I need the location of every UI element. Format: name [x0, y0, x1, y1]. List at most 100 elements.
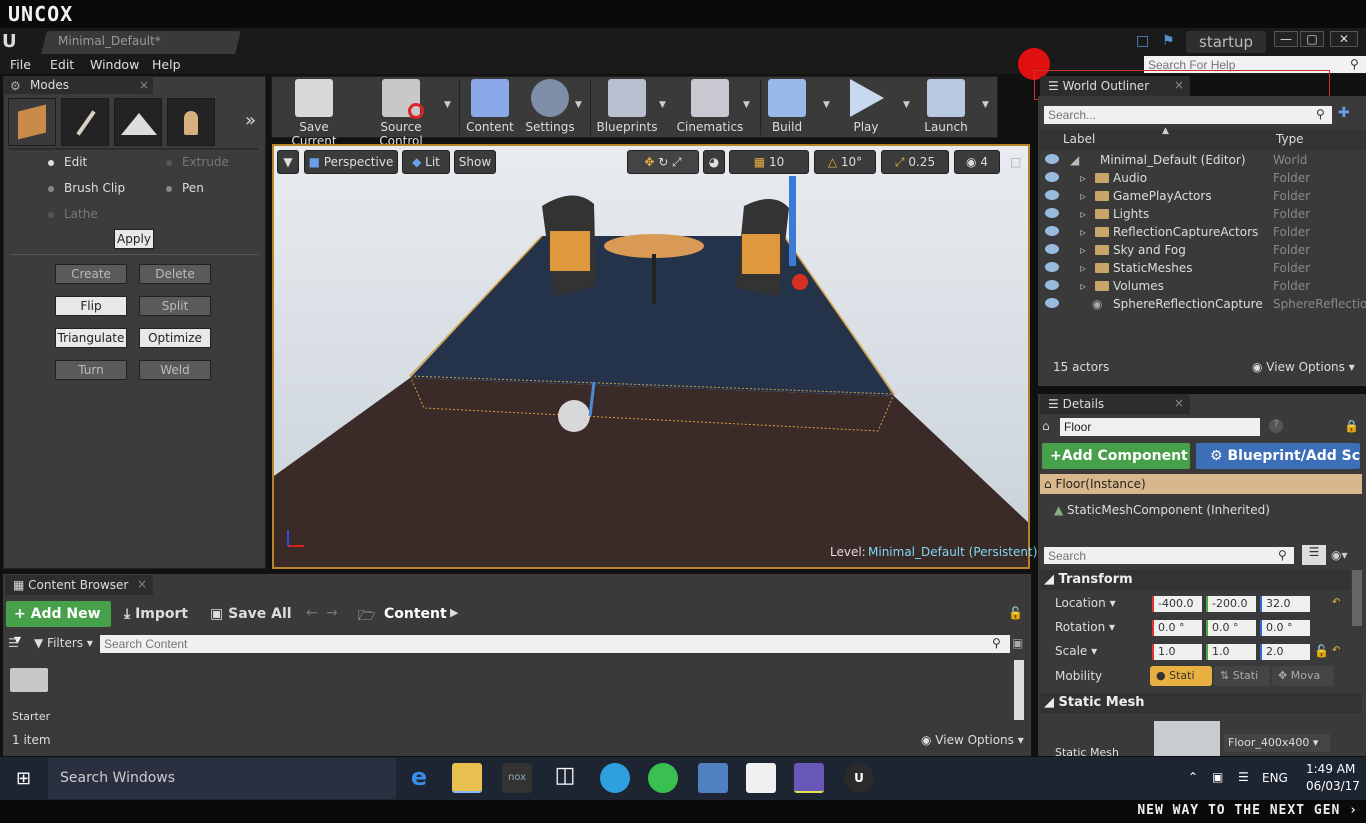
scale-lock-icon[interactable]: 🔓 — [1314, 644, 1329, 658]
outliner-row[interactable]: ▹ Audio Folder — [1040, 170, 1366, 188]
settings-button[interactable]: Settings — [524, 79, 576, 134]
radio-lathe[interactable]: Lathe — [48, 207, 98, 221]
clock-date[interactable]: 06/03/17 — [1306, 779, 1360, 793]
expand-arrow-icon[interactable]: ▹ — [1080, 171, 1086, 185]
landscape-mode-tile[interactable] — [114, 98, 162, 146]
modes-close-icon[interactable]: × — [139, 78, 149, 92]
place-mode-tile[interactable] — [8, 98, 56, 146]
add-new-button[interactable]: + Add New ▾ — [6, 601, 111, 648]
details-scrollbar[interactable] — [1352, 570, 1362, 626]
language-indicator[interactable]: ENG — [1262, 771, 1288, 785]
scale-label[interactable]: Scale ▾ — [1055, 644, 1097, 658]
outliner-row[interactable]: ▹ Sky and Fog Folder — [1040, 242, 1366, 260]
menu-help[interactable]: Help — [152, 57, 181, 72]
lock-icon[interactable]: 🔓 — [1008, 606, 1023, 620]
delete-button[interactable]: Delete — [139, 264, 211, 284]
settings-dropdown-icon[interactable]: ▼ — [575, 100, 582, 110]
whatsapp-icon[interactable] — [648, 763, 678, 793]
split-button[interactable]: Split — [139, 296, 211, 316]
windows-start-icon[interactable]: ⊞ — [16, 768, 31, 789]
component-row[interactable]: ▲ StaticMeshComponent (Inherited) — [1054, 503, 1270, 517]
rotation-label[interactable]: Rotation ▾ — [1055, 620, 1115, 634]
menu-edit[interactable]: Edit — [50, 57, 74, 72]
turn-button[interactable]: Turn — [55, 360, 127, 380]
property-matrix-icon[interactable]: ☰ — [1302, 545, 1326, 565]
outliner-search-input[interactable] — [1044, 106, 1332, 124]
camera-speed-button[interactable]: ◉ 4 — [954, 150, 1000, 174]
level-viewport[interactable] — [272, 144, 1030, 569]
blueprints-dropdown-icon[interactable]: ▼ — [659, 100, 666, 110]
outliner-row[interactable]: ▹ StaticMeshes Folder — [1040, 260, 1366, 278]
paint-mode-tile[interactable] — [61, 98, 109, 146]
mobility-movable-button[interactable]: ✥ Mova — [1272, 666, 1334, 686]
details-search-input[interactable] — [1044, 547, 1294, 564]
world-local-icon[interactable]: ◕ — [703, 150, 725, 174]
filters-button[interactable]: ▼ Filters ▾ — [34, 636, 93, 650]
back-arrow-icon[interactable]: ← — [306, 605, 318, 621]
visibility-eye-icon[interactable] — [1045, 280, 1059, 290]
expand-modes-icon[interactable]: » — [245, 110, 256, 131]
viewport-options-button[interactable]: ▼ — [277, 150, 299, 174]
remote-desktop-icon[interactable] — [698, 763, 728, 793]
nox-icon[interactable]: nox — [502, 763, 532, 793]
expand-arrow-icon[interactable]: ◢ — [1070, 153, 1079, 167]
launch-button[interactable]: Launch — [920, 79, 972, 134]
mobility-stationary-button[interactable]: ⇅ Stati — [1214, 666, 1270, 686]
foliage-mode-tile[interactable] — [167, 98, 215, 146]
outliner-row[interactable]: ▹ GamePlayActors Folder — [1040, 188, 1366, 206]
content-browser-close-icon[interactable]: × — [137, 577, 147, 591]
import-button[interactable]: ⤓ Import — [124, 606, 188, 622]
menu-file[interactable]: File — [10, 57, 31, 72]
maximize-viewport-icon[interactable]: □ — [1010, 155, 1021, 169]
radio-extrude[interactable]: Extrude — [166, 155, 229, 169]
visibility-eye-icon[interactable] — [1045, 190, 1059, 200]
outliner-row[interactable]: ◢ Minimal_Default (Editor) World — [1040, 152, 1366, 170]
triangulate-button[interactable]: Triangulate — [55, 328, 127, 348]
visibility-eye-icon[interactable] — [1045, 298, 1059, 308]
rotation-z-field[interactable]: 0.0 ° — [1260, 620, 1310, 636]
content-browser-tab[interactable]: ▦ Content Browser — [5, 575, 153, 595]
content-button[interactable]: Content — [464, 79, 516, 134]
visibility-eye-icon[interactable] — [1045, 262, 1059, 272]
maximize-button[interactable]: ▢ — [1300, 31, 1324, 47]
static-mesh-picker[interactable]: Floor_400x400 ▾ — [1224, 734, 1330, 752]
rotation-snap-toggle[interactable]: △ 10° — [814, 150, 876, 174]
content-search-input[interactable] — [100, 635, 1010, 653]
reset-location-icon[interactable]: ↶ — [1332, 597, 1340, 608]
show-hidden-icons[interactable]: ⌃ — [1188, 770, 1198, 784]
location-z-field[interactable]: 32.0 cm — [1260, 596, 1310, 626]
show-button[interactable]: Show — [454, 150, 496, 174]
edge-icon[interactable]: e — [404, 763, 434, 793]
help-icon[interactable]: ? — [1269, 419, 1283, 433]
apply-button[interactable]: Apply — [114, 229, 154, 249]
grid-snap-toggle[interactable]: ▦ 10 — [729, 150, 809, 174]
modes-tab[interactable] — [3, 76, 153, 94]
location-x-field[interactable]: -400.0 cı — [1152, 596, 1202, 626]
scale-snap-toggle[interactable]: ⤢ 0.25 — [881, 150, 949, 174]
visibility-eye-icon[interactable] — [1045, 172, 1059, 182]
message-icon[interactable]: ☰ — [1238, 770, 1249, 784]
expand-arrow-icon[interactable]: ▹ — [1080, 189, 1086, 203]
folder-icon[interactable] — [10, 668, 48, 692]
mobility-static-button[interactable]: ● Stati — [1150, 666, 1212, 686]
weld-button[interactable]: Weld — [139, 360, 211, 380]
location-y-field[interactable]: -200.0 cı — [1206, 596, 1256, 626]
scale-y-field[interactable]: 1.0 — [1206, 644, 1256, 660]
actor-name-field[interactable] — [1060, 418, 1260, 436]
outliner-row[interactable]: ▹ ReflectionCaptureActors Folder — [1040, 224, 1366, 242]
save-search-icon[interactable]: ▣ — [1012, 636, 1023, 650]
reset-scale-icon[interactable]: ↶ — [1332, 645, 1340, 656]
expand-arrow-icon[interactable]: ▹ — [1080, 207, 1086, 221]
play-dropdown-icon[interactable]: ▼ — [903, 100, 910, 110]
forward-arrow-icon[interactable]: → — [326, 605, 338, 621]
source-control-button[interactable]: Source Control — [358, 79, 444, 148]
rotation-y-field[interactable]: 0.0 ° — [1206, 620, 1256, 636]
expand-arrow-icon[interactable]: ▹ — [1080, 279, 1086, 293]
notepad-icon[interactable] — [746, 763, 776, 793]
location-label[interactable]: Location ▾ — [1055, 596, 1116, 610]
mesh-thumbnail[interactable] — [1154, 721, 1220, 756]
outliner-close-icon[interactable]: × — [1174, 78, 1184, 92]
store-icon[interactable]: ◫ — [550, 763, 580, 793]
menu-window[interactable]: Window — [90, 57, 139, 72]
static-mesh-header[interactable]: ◢ Static Mesh — [1040, 693, 1362, 713]
